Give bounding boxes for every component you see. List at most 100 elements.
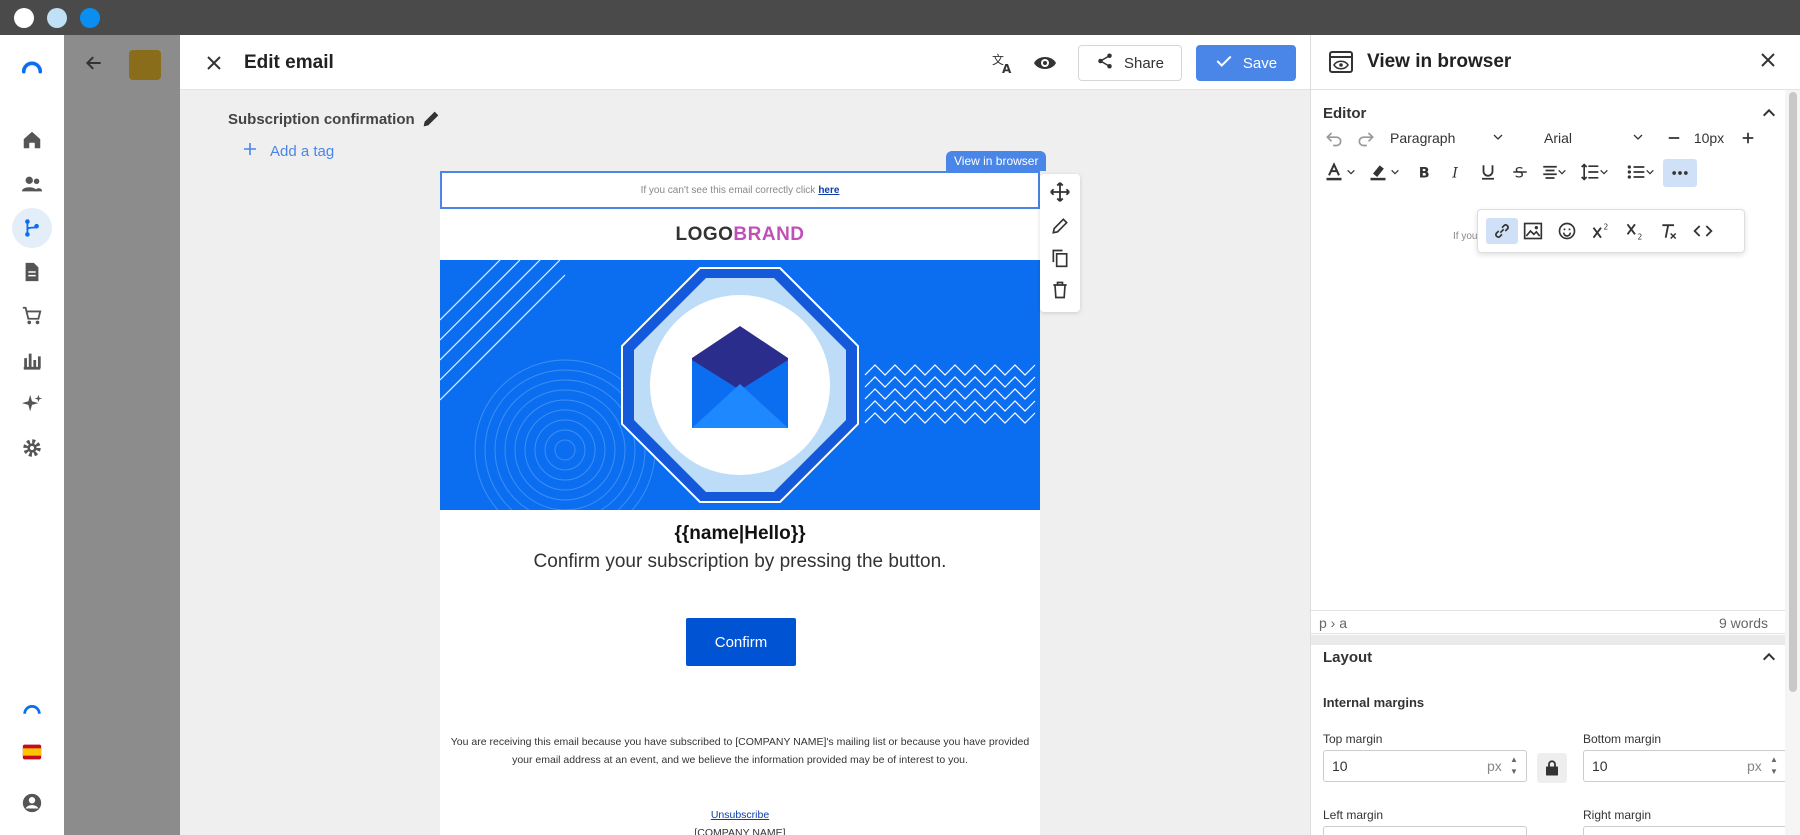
- panel-scrollbar[interactable]: [1785, 90, 1800, 835]
- unsubscribe-link[interactable]: Unsubscribe: [440, 809, 1040, 821]
- language-flag-icon[interactable]: [12, 732, 52, 772]
- window-titlebar: [0, 0, 1800, 35]
- clear-formatting-icon[interactable]: [1656, 218, 1682, 244]
- italic-icon[interactable]: I: [1443, 159, 1469, 185]
- insert-image-icon[interactable]: [1520, 218, 1546, 244]
- editor-section-title[interactable]: Editor: [1323, 105, 1366, 122]
- svg-text:B: B: [1419, 165, 1430, 181]
- logo-block[interactable]: LOGO BRAND: [440, 209, 1040, 261]
- align-dropdown-icon[interactable]: [1555, 159, 1569, 185]
- window-maximize-dot[interactable]: [80, 8, 100, 28]
- checkmark-icon: [1215, 52, 1233, 74]
- source-code-icon[interactable]: [1690, 218, 1716, 244]
- ai-sparkle-icon[interactable]: [12, 384, 52, 424]
- cart-icon[interactable]: [12, 296, 52, 336]
- right-margin-input[interactable]: [1583, 826, 1787, 835]
- window-close-dot[interactable]: [14, 8, 34, 28]
- footer-disclaimer: You are receiving this email because you…: [450, 736, 1030, 766]
- editor-section-collapse-icon[interactable]: [1761, 105, 1777, 126]
- right-margin-label: Right margin: [1583, 808, 1652, 822]
- brand-text: BRAND: [733, 224, 805, 245]
- save-button[interactable]: Save: [1196, 45, 1296, 81]
- automation-icon[interactable]: [12, 208, 52, 248]
- hero-envelope-illustration: [440, 260, 1036, 510]
- link-icon[interactable]: [1486, 218, 1518, 244]
- reports-icon[interactable]: [12, 340, 52, 380]
- edit-block-pencil-icon[interactable]: [1048, 214, 1072, 238]
- internal-margins-title: Internal margins: [1323, 695, 1425, 710]
- edit-subject-pencil-icon[interactable]: [420, 108, 442, 135]
- translate-icon[interactable]: 文A: [990, 50, 1016, 76]
- top-margin-value: 10: [1332, 758, 1348, 774]
- font-size-value[interactable]: 10px: [1691, 125, 1727, 151]
- strikethrough-icon[interactable]: S: [1507, 159, 1533, 185]
- emoji-icon[interactable]: [1554, 218, 1580, 244]
- background-page-overlay: [64, 35, 180, 835]
- bullet-list-dropdown-icon[interactable]: [1643, 159, 1657, 185]
- bottom-margin-unit: px: [1747, 758, 1762, 774]
- account-avatar-icon[interactable]: [12, 783, 52, 823]
- selected-block-tag: View in browser: [946, 151, 1047, 171]
- left-margin-input[interactable]: [1323, 826, 1527, 835]
- top-margin-input[interactable]: 10 px ▲ ▼: [1323, 750, 1527, 782]
- confirm-button[interactable]: Confirm: [686, 618, 796, 666]
- svg-text:2: 2: [1638, 232, 1643, 241]
- highlight-color-dropdown-icon[interactable]: [1387, 159, 1403, 185]
- layout-section-title[interactable]: Layout: [1323, 649, 1372, 666]
- layout-section-collapse-icon[interactable]: [1761, 649, 1777, 670]
- redo-icon[interactable]: [1353, 125, 1379, 151]
- share-icon: [1096, 52, 1114, 74]
- document-icon[interactable]: [12, 252, 52, 292]
- app-logo-icon[interactable]: [12, 47, 52, 87]
- panel-scrollbar-thumb[interactable]: [1789, 92, 1797, 692]
- svg-text:2: 2: [1604, 222, 1609, 231]
- duplicate-block-icon[interactable]: [1048, 246, 1072, 270]
- window-minimize-dot[interactable]: [47, 8, 67, 28]
- rich-text-editor-area[interactable]: [1311, 225, 1785, 575]
- panel-title: View in browser: [1367, 51, 1512, 72]
- increase-font-size-icon[interactable]: [1735, 125, 1761, 151]
- paragraph-format-select[interactable]: Paragraph: [1383, 124, 1511, 152]
- editor-header: Edit email 文A Share Save: [180, 35, 1310, 90]
- back-arrow-icon: [84, 53, 104, 78]
- subscript-icon[interactable]: 2: [1622, 218, 1648, 244]
- bottom-margin-input[interactable]: 10 px ▲ ▼: [1583, 750, 1787, 782]
- share-label: Share: [1123, 54, 1165, 72]
- close-panel-icon[interactable]: [1759, 51, 1777, 74]
- add-tag-button[interactable]: Add a tag: [242, 141, 334, 161]
- superscript-icon[interactable]: 2: [1588, 218, 1614, 244]
- decrease-font-size-icon[interactable]: [1661, 125, 1687, 151]
- preheader-here-link[interactable]: here: [818, 185, 839, 196]
- line-height-dropdown-icon[interactable]: [1597, 159, 1611, 185]
- view-in-browser-block[interactable]: If you can't see this email correctly cl…: [440, 171, 1040, 209]
- top-margin-stepper-icon[interactable]: ▲ ▼: [1510, 754, 1518, 778]
- top-margin-unit: px: [1487, 758, 1502, 774]
- section-divider: [1311, 635, 1785, 645]
- bottom-margin-stepper-icon[interactable]: ▲ ▼: [1770, 754, 1778, 778]
- lock-margins-icon[interactable]: [1537, 753, 1567, 783]
- preview-eye-icon[interactable]: [1032, 50, 1058, 76]
- delete-block-icon[interactable]: [1048, 278, 1072, 302]
- underline-icon[interactable]: [1475, 159, 1501, 185]
- block-actions-toolbar: [1040, 174, 1080, 312]
- settings-gear-icon[interactable]: [12, 428, 52, 468]
- home-icon[interactable]: [12, 120, 52, 160]
- contacts-icon[interactable]: [12, 164, 52, 204]
- more-options-icon[interactable]: [1663, 159, 1697, 187]
- preheader-text: If you can't see this email correctly cl…: [640, 184, 816, 196]
- font-family-select[interactable]: Arial: [1537, 124, 1651, 152]
- share-button[interactable]: Share: [1078, 45, 1182, 81]
- svg-text:S: S: [1515, 165, 1524, 181]
- text-color-dropdown-icon[interactable]: [1343, 159, 1359, 185]
- move-block-icon[interactable]: [1048, 180, 1072, 204]
- close-editor-icon[interactable]: [202, 51, 226, 75]
- rich-text-toolbar: Paragraph Arial 10px B I S: [1321, 125, 1781, 217]
- more-toolbar-popover: 2 2: [1477, 209, 1745, 253]
- bold-icon[interactable]: B: [1411, 159, 1437, 185]
- undo-icon[interactable]: [1321, 125, 1347, 151]
- hero-image-block[interactable]: [440, 260, 1040, 510]
- word-count: 9 words: [1719, 615, 1769, 631]
- left-margin-label: Left margin: [1323, 808, 1384, 822]
- paragraph-format-value: Paragraph: [1390, 130, 1456, 146]
- brand-badge-icon[interactable]: [12, 691, 52, 731]
